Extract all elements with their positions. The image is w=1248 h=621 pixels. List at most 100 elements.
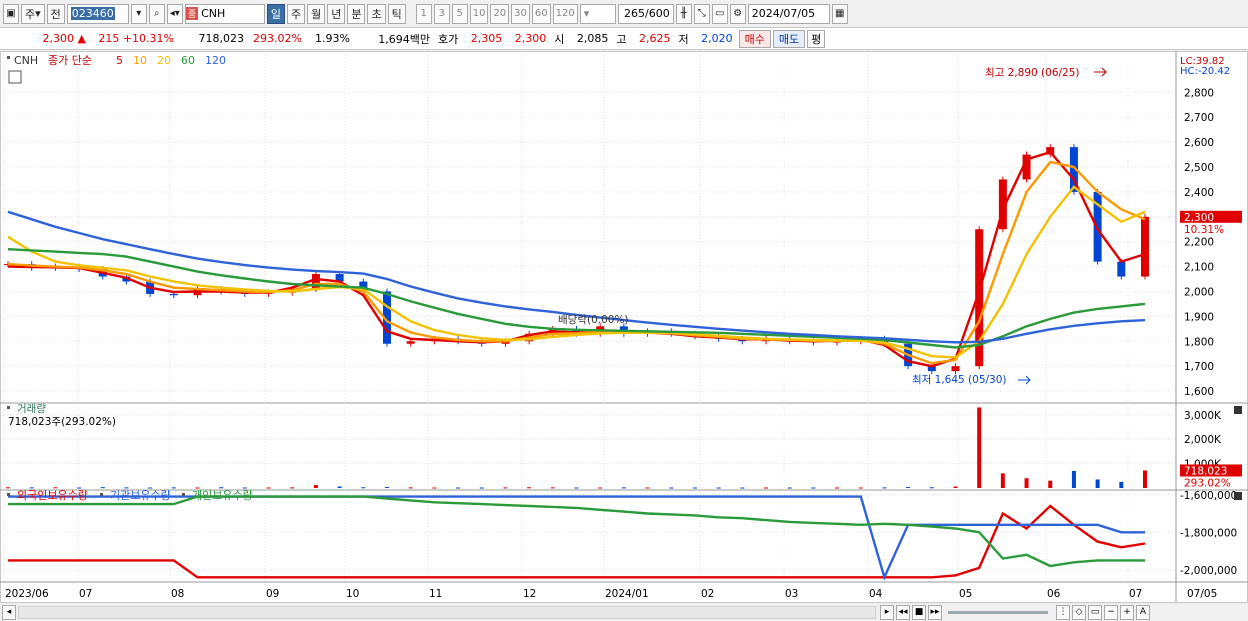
sell-button[interactable]: 매도 bbox=[772, 29, 806, 48]
volume-title: 거래량 bbox=[17, 403, 46, 415]
candle-type-icon[interactable]: ╫ bbox=[675, 3, 692, 24]
volume-bar bbox=[1143, 470, 1147, 488]
zoom-in-icon[interactable]: + bbox=[1120, 604, 1134, 620]
step-10[interactable]: 10 bbox=[469, 3, 489, 24]
text-tool-icon[interactable]: A bbox=[1136, 604, 1150, 620]
window-menu-icon[interactable]: ▣ bbox=[3, 3, 19, 24]
volume-tick-label: 3,000K bbox=[1184, 410, 1222, 422]
x-tick-label: 07/05 bbox=[1187, 588, 1217, 600]
step-5[interactable]: 5 bbox=[451, 3, 468, 24]
chart-area[interactable]: 1,600 1,700 1,800 1,900 2,000 2,100 2,200 2,300… bbox=[0, 51, 1248, 603]
period-month[interactable]: 월 bbox=[307, 3, 326, 24]
legend-ma-120: 120 bbox=[205, 54, 226, 67]
date-input[interactable]: 2024/07/05 bbox=[747, 3, 830, 24]
bid-price-2: 2,300 bbox=[514, 32, 547, 45]
stop-icon[interactable]: ■ bbox=[912, 604, 926, 620]
period-tick[interactable]: 틱 bbox=[387, 3, 406, 24]
stock-code-input[interactable]: 023460 bbox=[66, 3, 129, 24]
current-change-tag-label: 10.31% bbox=[1184, 224, 1224, 236]
x-tick-label: 07 bbox=[1129, 588, 1142, 600]
step-20[interactable]: 20 bbox=[490, 3, 510, 24]
stock-code-value: 023460 bbox=[70, 7, 115, 20]
scroll-track[interactable] bbox=[18, 605, 876, 619]
search-icon[interactable]: ⌕ bbox=[148, 3, 165, 24]
speaker-icon[interactable]: ◂▾ bbox=[166, 3, 183, 24]
trade-amount: 1,694백만 bbox=[378, 32, 430, 46]
period-year[interactable]: 년 bbox=[327, 3, 346, 24]
period-week[interactable]: 주 bbox=[286, 3, 306, 24]
volume-bar bbox=[503, 487, 508, 489]
tool-rect-icon[interactable]: ▭ bbox=[1088, 604, 1102, 620]
price-candle bbox=[1141, 216, 1149, 277]
legend-ma-5: 5 bbox=[116, 54, 123, 67]
fast-forward-icon[interactable]: ▸▸ bbox=[928, 604, 942, 620]
x-tick-label: 2023/06 bbox=[5, 588, 49, 600]
turnover-rate: 1.93% bbox=[315, 32, 350, 45]
scroll-right-icon[interactable]: ▸ bbox=[880, 604, 894, 620]
step-3[interactable]: 3 bbox=[433, 3, 450, 24]
volume-bar bbox=[574, 487, 579, 489]
zoom-slider[interactable] bbox=[948, 610, 1048, 614]
chart-svg[interactable]: 1,600 1,700 1,800 1,900 2,000 2,100 2,200 2,300… bbox=[0, 51, 1248, 603]
zoom-out-icon[interactable]: − bbox=[1104, 604, 1118, 620]
period-day[interactable]: 일 bbox=[266, 3, 285, 24]
volume-close-icon bbox=[1234, 406, 1242, 414]
volume-value-label: 718,023주(293.02%) bbox=[8, 416, 116, 428]
eval-button[interactable]: 평 bbox=[807, 29, 826, 48]
volume-bar bbox=[432, 487, 437, 489]
price-tick-label: 2,500 bbox=[1184, 162, 1214, 174]
date-value: 2024/07/05 bbox=[751, 7, 816, 20]
price-candle bbox=[311, 274, 320, 289]
buy-button[interactable]: 매수 bbox=[738, 29, 771, 48]
count-value: 265 bbox=[624, 7, 646, 20]
rewind-icon[interactable]: ◂◂ bbox=[896, 604, 910, 620]
period-second[interactable]: 초 bbox=[367, 3, 386, 24]
volume-bar bbox=[598, 487, 603, 489]
volume-bar bbox=[1000, 473, 1005, 488]
code-dropdown-icon[interactable]: ▾ bbox=[130, 3, 147, 24]
bottom-scrollbar: ◂ ▸ ◂◂ ■ ▸▸ ⋮ ◇ ▭ − + A bbox=[0, 602, 1248, 621]
calendar-icon[interactable]: ▦ bbox=[831, 3, 848, 24]
top-toolbar: ▣ 주 ▾ 전 023460 ▾ ⌕ ◂▾ 종 CNH 일 주 월 년 분 초 틱… bbox=[0, 0, 1248, 28]
volume-value: 718,023 bbox=[198, 32, 245, 45]
step-30[interactable]: 30 bbox=[511, 3, 530, 24]
x-tick-label: 05 bbox=[959, 588, 972, 600]
x-tick-label: 12 bbox=[523, 588, 536, 600]
holding-legend-marker bbox=[182, 493, 185, 496]
tool-shape-icon[interactable]: ◇ bbox=[1072, 604, 1086, 620]
volume-bar bbox=[858, 487, 863, 489]
price-tick-label: 2,700 bbox=[1184, 112, 1214, 124]
holding-legend-marker bbox=[7, 493, 10, 496]
volume-bar bbox=[1048, 480, 1053, 488]
step-60[interactable]: 60 bbox=[531, 3, 551, 24]
volume-bar bbox=[645, 487, 650, 489]
scroll-left-icon[interactable]: ◂ bbox=[2, 604, 16, 620]
count-field[interactable]: 265/600 bbox=[617, 3, 674, 24]
price-value: 2,300 bbox=[42, 32, 75, 45]
draw-tool-icon[interactable]: ⤡ bbox=[693, 3, 710, 24]
save-icon[interactable]: ▭ bbox=[711, 3, 728, 24]
prev-button[interactable]: 전 bbox=[46, 3, 65, 24]
step-1[interactable]: 1 bbox=[415, 3, 432, 24]
high-annotation: 최고 2,890 (06/25) bbox=[985, 67, 1080, 79]
volume-bar bbox=[811, 487, 816, 489]
volume-bar bbox=[621, 487, 626, 489]
x-tick-label: 02 bbox=[701, 588, 714, 600]
step-120[interactable]: 120 bbox=[552, 3, 578, 24]
stock-name-field[interactable]: 종 CNH bbox=[184, 3, 265, 24]
volume-bar bbox=[929, 487, 934, 489]
holding-tick-label: -1,800,000 bbox=[1180, 527, 1237, 539]
bid-price-1: 2,305 bbox=[470, 32, 503, 45]
price-tick-label: 2,600 bbox=[1184, 137, 1214, 149]
current-price: 2,300 ▲ bbox=[42, 32, 86, 45]
volume-bar bbox=[527, 487, 532, 489]
price-candle bbox=[951, 366, 960, 372]
gear-icon[interactable]: ⚙ bbox=[729, 3, 746, 24]
count-total: /600 bbox=[645, 7, 670, 20]
volume-bar bbox=[1071, 470, 1076, 488]
type-select[interactable]: 주 ▾ bbox=[21, 3, 45, 24]
period-minute[interactable]: 분 bbox=[347, 3, 366, 24]
custom-step-select[interactable]: ▾ bbox=[579, 3, 616, 24]
tool-grid-icon[interactable]: ⋮ bbox=[1056, 604, 1070, 620]
quote-bar: 2,300 ▲ 215 +10.31% 718,023 293.02% 1.93… bbox=[0, 28, 1248, 50]
